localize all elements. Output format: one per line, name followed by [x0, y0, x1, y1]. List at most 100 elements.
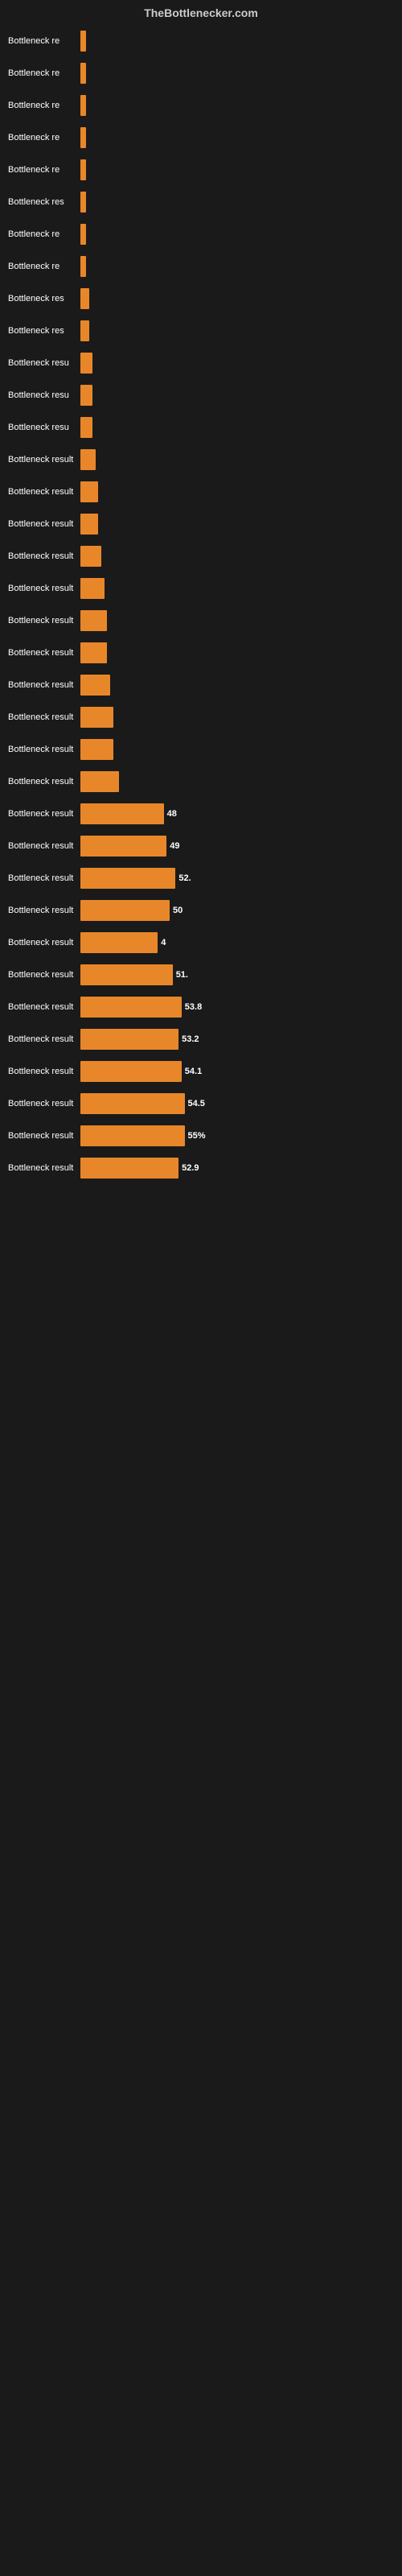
bar-container: 4 [80, 931, 394, 954]
site-title: TheBottlenecker.com [144, 6, 258, 19]
bar [80, 1158, 178, 1179]
bar-label: Bottleneck result [8, 809, 80, 819]
bar-label: Bottleneck result [8, 777, 80, 786]
chart-area: Bottleneck re Bottleneck re Bottleneck re B… [0, 23, 402, 1188]
bar-label: Bottleneck re [8, 229, 80, 239]
bar [80, 932, 158, 953]
bar [80, 836, 166, 857]
bar [80, 417, 92, 438]
bar-value: 54.1 [185, 1067, 202, 1076]
bar [80, 192, 86, 213]
bar-container [80, 223, 394, 246]
bar-label: Bottleneck result [8, 841, 80, 851]
bar [80, 771, 119, 792]
table-row: Bottleneck result [8, 670, 394, 700]
bar-container [80, 94, 394, 117]
table-row: Bottleneck result50 [8, 895, 394, 926]
table-row: Bottleneck res [8, 187, 394, 217]
bar [80, 159, 86, 180]
bar-label: Bottleneck result [8, 487, 80, 497]
bar-label: Bottleneck result [8, 745, 80, 754]
table-row: Bottleneck resu [8, 348, 394, 378]
table-row: Bottleneck result53.2 [8, 1024, 394, 1055]
bar-container [80, 674, 394, 696]
table-row: Bottleneck re [8, 58, 394, 89]
bar [80, 127, 86, 148]
bar-container [80, 770, 394, 793]
bar-label: Bottleneck result [8, 455, 80, 464]
bar [80, 31, 86, 52]
bar-value: 52. [178, 873, 191, 883]
bar-value: 51. [176, 970, 188, 980]
bar [80, 1093, 185, 1114]
table-row: Bottleneck result 49 [8, 831, 394, 861]
bar-container: 48 [80, 803, 394, 825]
table-row: Bottleneck result [8, 605, 394, 636]
table-row: Bottleneck result [8, 702, 394, 733]
bar-label: Bottleneck resu [8, 423, 80, 432]
bar [80, 353, 92, 374]
bar-container [80, 62, 394, 85]
table-row: Bottleneck result [8, 541, 394, 572]
bar-container [80, 577, 394, 600]
table-row: Bottleneck result [8, 638, 394, 668]
table-row: Bottleneck re [8, 26, 394, 56]
table-row: Bottleneck result52. [8, 863, 394, 894]
bar [80, 739, 113, 760]
table-row: Bottleneck result 54.5 [8, 1088, 394, 1119]
bar-label: Bottleneck result [8, 712, 80, 722]
table-row: Bottleneck result4 [8, 927, 394, 958]
table-row: Bottleneck re [8, 251, 394, 282]
table-row: Bottleneck result55% [8, 1121, 394, 1151]
bar-label: Bottleneck resu [8, 358, 80, 368]
bar-label: Bottleneck result [8, 970, 80, 980]
bar-label: Bottleneck res [8, 294, 80, 303]
bar-container [80, 159, 394, 181]
bar-label: Bottleneck re [8, 36, 80, 46]
bar-container: 51. [80, 964, 394, 986]
bar-container: 50 [80, 899, 394, 922]
bar-value: 4 [161, 938, 166, 947]
bar-label: Bottleneck result [8, 519, 80, 529]
bar [80, 449, 96, 470]
table-row: Bottleneck result 54.1 [8, 1056, 394, 1087]
bar-container [80, 545, 394, 568]
bar-value: 54.5 [188, 1099, 205, 1108]
bar-container: 54.1 [80, 1060, 394, 1083]
table-row: Bottleneck re [8, 155, 394, 185]
bar [80, 320, 89, 341]
bar-container: 52. [80, 867, 394, 890]
bar-container [80, 126, 394, 149]
table-row: Bottleneck res [8, 316, 394, 346]
bar [80, 546, 101, 567]
bar-container: 52.9 [80, 1157, 394, 1179]
table-row: Bottleneck resu [8, 380, 394, 411]
bar-label: Bottleneck result [8, 584, 80, 593]
site-header: TheBottlenecker.com [0, 0, 402, 23]
bar-label: Bottleneck re [8, 262, 80, 271]
table-row: Bottleneck resu [8, 412, 394, 443]
bar-label: Bottleneck result [8, 1163, 80, 1173]
table-row: Bottleneck result [8, 444, 394, 475]
bar-label: Bottleneck result [8, 1099, 80, 1108]
bar [80, 610, 107, 631]
bar-label: Bottleneck result [8, 1034, 80, 1044]
bar [80, 675, 110, 696]
bar-label: Bottleneck result [8, 1131, 80, 1141]
bar-value: 49 [170, 841, 179, 851]
bar-label: Bottleneck res [8, 326, 80, 336]
bar-label: Bottleneck result [8, 1067, 80, 1076]
bar [80, 707, 113, 728]
bar [80, 803, 164, 824]
bar-label: Bottleneck result [8, 680, 80, 690]
bar-label: Bottleneck re [8, 133, 80, 142]
table-row: Bottleneck result 51. [8, 960, 394, 990]
bar [80, 997, 182, 1018]
bar-label: Bottleneck res [8, 197, 80, 207]
bar-container [80, 609, 394, 632]
bar [80, 1029, 178, 1050]
bar-label: Bottleneck re [8, 68, 80, 78]
bar-label: Bottleneck re [8, 101, 80, 110]
bar-value: 53.8 [185, 1002, 202, 1012]
bar-container [80, 287, 394, 310]
